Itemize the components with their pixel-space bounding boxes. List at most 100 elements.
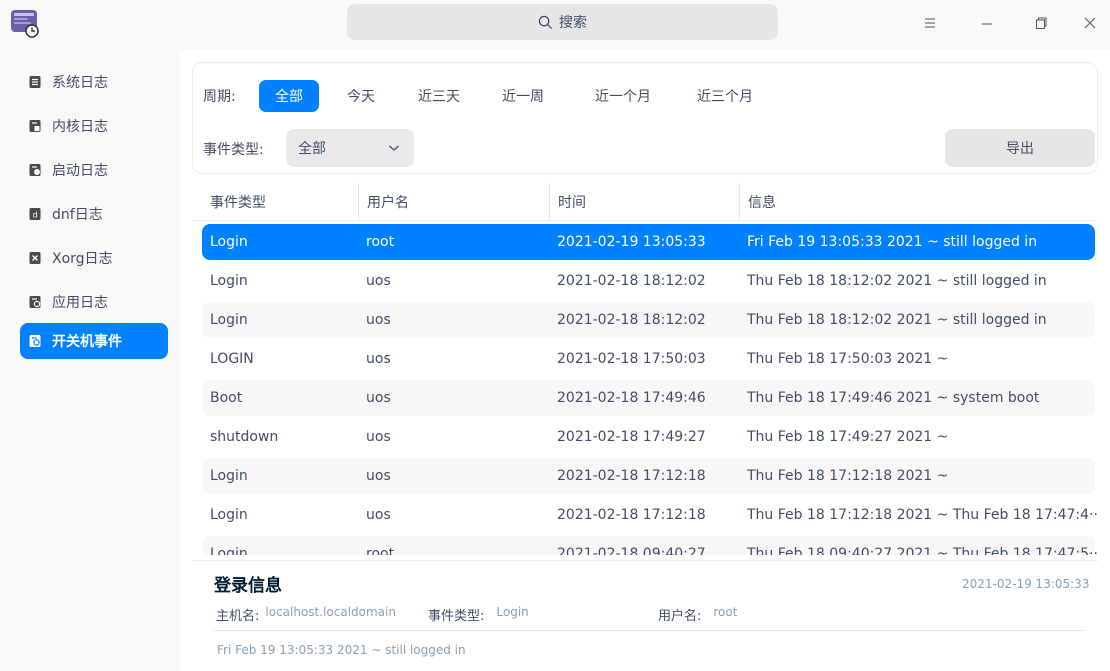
table-row[interactable]: Login root 2021-02-18 09:40:27 Thu Feb 18 0… <box>202 536 1098 555</box>
cell-time: 2021-02-18 17:49:27 <box>557 429 706 445</box>
table-row[interactable]: LOGIN uos 2021-02-18 17:50:03 Thu Feb 18 17… <box>202 341 1095 377</box>
cell-info: Thu Feb 18 17:50:03 2021 ~ <box>747 351 949 367</box>
cell-user: uos <box>366 351 391 367</box>
export-button[interactable]: 导出 <box>945 129 1095 167</box>
cell-info: Thu Feb 18 18:12:02 2021 ~ still logged … <box>747 273 1047 289</box>
cell-user: uos <box>366 390 391 406</box>
app-logo-icon[interactable] <box>10 8 40 38</box>
sidebar-item-dnf-log[interactable]: d dnf日志 <box>20 196 168 232</box>
cell-user: uos <box>366 273 391 289</box>
menu-button[interactable] <box>912 8 948 38</box>
cell-time: 2021-02-18 17:49:46 <box>557 390 706 406</box>
sidebar-item-label: 启动日志 <box>52 163 108 179</box>
search-placeholder: 搜索 <box>559 15 587 31</box>
maximize-button[interactable] <box>1023 8 1059 38</box>
header-time[interactable]: 时间 <box>549 183 739 221</box>
detail-host: 主机名: localhost.localdomain <box>216 605 396 624</box>
svg-text:d: d <box>32 211 37 220</box>
host-value: localhost.localdomain <box>265 605 396 619</box>
table-row[interactable]: shutdown uos 2021-02-18 17:49:27 Thu Feb 18… <box>202 419 1095 455</box>
sidebar-item-kernel-log[interactable]: 内核日志 <box>20 108 168 144</box>
event-type-dropdown[interactable]: 全部 <box>286 129 414 167</box>
cell-type: Login <box>210 234 248 250</box>
cell-type: shutdown <box>210 429 279 445</box>
close-button[interactable] <box>1072 8 1108 38</box>
sidebar-item-label: 系统日志 <box>52 75 108 91</box>
detail-time: 2021-02-19 13:05:33 <box>962 577 1090 591</box>
header-event-type[interactable]: 事件类型 <box>202 183 348 221</box>
detail-panel: 登录信息 2021-02-19 13:05:33 主机名: localhost.… <box>192 560 1098 671</box>
app-log-icon <box>29 296 41 308</box>
sidebar-item-label: 应用日志 <box>52 295 108 311</box>
sidebar: 系统日志 内核日志 启动日志 d dnf日志 Xorg日志 应用日志 开关机事件 <box>0 50 180 671</box>
cell-time: 2021-02-18 17:12:18 <box>557 507 706 523</box>
type-label: 事件类型: <box>428 609 485 624</box>
cell-info: Thu Feb 18 17:12:18 2021 ~ Thu Feb 18 17… <box>747 507 1098 523</box>
cell-user: uos <box>366 507 391 523</box>
table-row[interactable]: Login root 2021-02-19 13:05:33 Fri Feb 19 1… <box>202 224 1095 260</box>
table-row[interactable]: Login uos 2021-02-18 17:12:18 Thu Feb 18 17… <box>202 458 1095 494</box>
period-week-button[interactable]: 近一周 <box>487 80 559 112</box>
cell-time: 2021-02-19 13:05:33 <box>557 234 706 250</box>
cell-info: Fri Feb 19 13:05:33 2021 ~ still logged … <box>747 234 1038 250</box>
table-header: 事件类型 用户名 时间 信息 <box>192 183 1098 221</box>
cell-info: Thu Feb 18 09:40:27 2021 ~ Thu Feb 18 17… <box>747 546 1098 555</box>
cell-type: Login <box>210 273 248 289</box>
cell-user: uos <box>366 312 391 328</box>
chevron-down-icon <box>389 145 399 151</box>
titlebar: 搜索 <box>0 0 1110 50</box>
menu-icon <box>925 18 935 28</box>
power-event-icon <box>29 335 41 347</box>
sidebar-item-boot-log[interactable]: 启动日志 <box>20 152 168 188</box>
sidebar-item-xorg-log[interactable]: Xorg日志 <box>20 240 168 276</box>
cell-time: 2021-02-18 17:50:03 <box>557 351 706 367</box>
cell-type: LOGIN <box>210 351 254 367</box>
boot-log-icon <box>29 164 41 176</box>
host-label: 主机名: <box>216 609 260 624</box>
search-box[interactable]: 搜索 <box>347 4 778 40</box>
user-label: 用户名: <box>658 609 702 624</box>
maximize-icon <box>1036 17 1047 29</box>
cell-user: root <box>366 546 395 555</box>
table-row[interactable]: Login uos 2021-02-18 18:12:02 Thu Feb 18 18… <box>202 263 1095 299</box>
user-value: root <box>713 605 738 619</box>
cell-time: 2021-02-18 17:12:18 <box>557 468 706 484</box>
period-3days-button[interactable]: 近三天 <box>403 80 475 112</box>
cell-user: uos <box>366 468 391 484</box>
detail-title: 登录信息 <box>214 576 282 596</box>
event-type-label: 事件类型: <box>203 142 264 158</box>
cell-type: Boot <box>210 390 243 406</box>
cell-info: Thu Feb 18 17:49:46 2021 ~ system boot <box>747 390 1040 406</box>
header-info[interactable]: 信息 <box>739 183 1089 221</box>
header-user[interactable]: 用户名 <box>358 183 548 221</box>
cell-info: Thu Feb 18 17:12:18 2021 ~ <box>747 468 949 484</box>
main-panel: 周期: 全部 今天 近三天 近一周 近一个月 近三个月 事件类型: 全部 导出 … <box>180 50 1110 671</box>
period-label: 周期: <box>203 89 236 105</box>
detail-event-type: 事件类型: Login <box>428 605 529 624</box>
sidebar-item-label: dnf日志 <box>52 207 103 223</box>
sidebar-item-label: 开关机事件 <box>52 334 122 350</box>
cell-type: Login <box>210 507 248 523</box>
sidebar-item-power-events[interactable]: 开关机事件 <box>20 323 168 359</box>
sidebar-item-label: 内核日志 <box>52 119 108 135</box>
dnf-log-icon: d <box>29 208 41 220</box>
event-table: 事件类型 用户名 时间 信息 Login root 2021-02-19 13:05… <box>192 183 1098 555</box>
period-today-button[interactable]: 今天 <box>333 80 389 112</box>
period-month-button[interactable]: 近一个月 <box>581 80 665 112</box>
period-3months-button[interactable]: 近三个月 <box>683 80 767 112</box>
kernel-log-icon <box>29 120 41 132</box>
event-type-value: 全部 <box>298 141 326 157</box>
table-row[interactable]: Login uos 2021-02-18 18:12:02 Thu Feb 18 18… <box>202 302 1095 338</box>
filter-panel: 周期: 全部 今天 近三天 近一周 近一个月 近三个月 事件类型: 全部 导出 <box>192 62 1098 174</box>
period-all-button[interactable]: 全部 <box>259 80 319 112</box>
sidebar-item-app-log[interactable]: 应用日志 <box>20 284 168 320</box>
cell-type: Login <box>210 312 248 328</box>
cell-time: 2021-02-18 18:12:02 <box>557 273 706 289</box>
system-log-icon <box>29 76 41 88</box>
sidebar-item-system-log[interactable]: 系统日志 <box>20 64 168 100</box>
table-row[interactable]: Login uos 2021-02-18 17:12:18 Thu Feb 18 17… <box>202 497 1098 533</box>
minimize-button[interactable] <box>969 8 1005 38</box>
cell-time: 2021-02-18 18:12:02 <box>557 312 706 328</box>
table-row[interactable]: Boot uos 2021-02-18 17:49:46 Thu Feb 18 17:… <box>202 380 1095 416</box>
cell-user: uos <box>366 429 391 445</box>
